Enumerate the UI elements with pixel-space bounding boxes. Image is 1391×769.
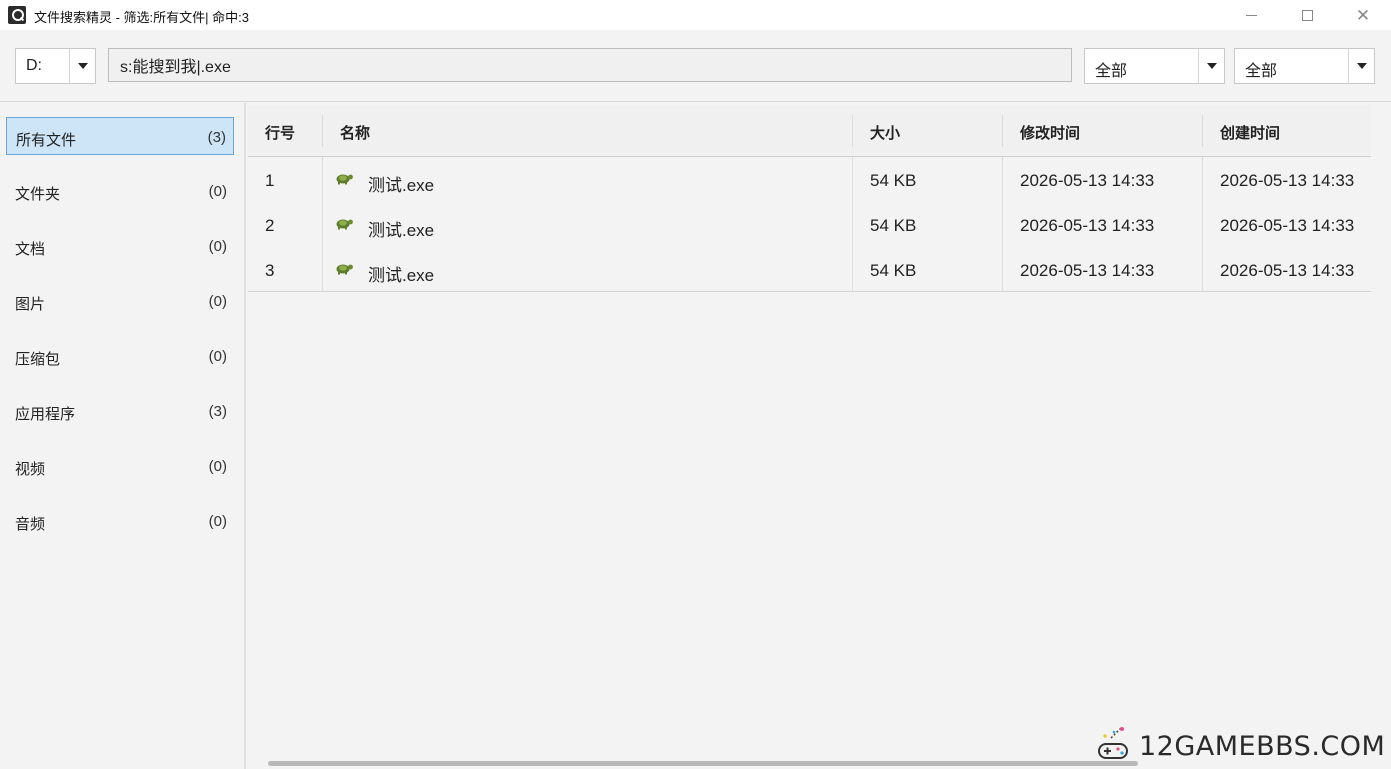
search-app-icon: [8, 6, 26, 24]
results-table: 行号 名称 大小 修改时间 创建时间 1 测试.exe 54 KB 2026-0…: [248, 105, 1371, 755]
row-size: 54 KB: [870, 216, 917, 235]
row-name: 测试.exe: [368, 176, 435, 195]
title-bar[interactable]: 文件搜索精灵 - 筛选:所有文件| 命中:3 ✕: [0, 0, 1391, 30]
sidebar-item-label: 所有文件: [16, 132, 77, 149]
sidebar-item-label: 音频: [15, 516, 46, 533]
row-created: 2026-05-13 14:33: [1220, 171, 1355, 190]
column-header-created[interactable]: 创建时间: [1203, 105, 1371, 157]
minimize-button[interactable]: [1228, 0, 1274, 30]
close-button[interactable]: ✕: [1340, 0, 1386, 30]
row-size: 54 KB: [870, 261, 917, 280]
column-header-label: 修改时间: [1020, 125, 1081, 142]
turtle-app-icon: [336, 219, 353, 230]
row-modified: 2026-05-13 14:33: [1020, 261, 1155, 280]
row-created: 2026-05-13 14:33: [1220, 261, 1355, 280]
row-index: 2: [265, 216, 275, 235]
sidebar-item-label: 压缩包: [15, 351, 61, 368]
sidebar-item-audio[interactable]: 音频 (0): [6, 502, 234, 540]
maximize-icon: [1301, 9, 1313, 21]
type-filter-select[interactable]: 全部: [1084, 48, 1225, 84]
toolbar-divider: [0, 101, 1391, 102]
column-header-name[interactable]: 名称: [323, 105, 852, 157]
search-input[interactable]: [109, 49, 1071, 81]
sidebar-item-folders[interactable]: 文件夹 (0): [6, 172, 234, 210]
category-sidebar: 所有文件 (3) 文件夹 (0) 文档 (0) 图片 (0) 压缩包 (0) 应…: [0, 103, 246, 769]
sidebar-item-count: (0): [208, 183, 227, 200]
time-filter-dropdown-button[interactable]: [1348, 49, 1374, 83]
close-icon: ✕: [1355, 5, 1371, 25]
turtle-app-icon: [336, 174, 353, 185]
sidebar-item-count: (0): [208, 513, 227, 530]
sidebar-item-count: (0): [208, 348, 227, 365]
sidebar-item-count: (0): [208, 458, 227, 475]
sidebar-item-images[interactable]: 图片 (0): [6, 282, 234, 320]
sidebar-item-count: (3): [207, 129, 226, 146]
sidebar-item-label: 应用程序: [15, 406, 76, 423]
time-filter-select[interactable]: 全部: [1234, 48, 1375, 84]
sidebar-item-count: (3): [208, 403, 227, 420]
row-name: 测试.exe: [368, 221, 435, 240]
table-header: 行号 名称 大小 修改时间 创建时间: [248, 105, 1371, 157]
row-name: 测试.exe: [368, 266, 435, 285]
watermark-text: 12GAMEBBS.COM: [1139, 731, 1386, 762]
window-title: 文件搜索精灵 - 筛选:所有文件| 命中:3: [34, 10, 249, 25]
sidebar-item-label: 图片: [15, 296, 46, 313]
column-header-label: 大小: [870, 125, 901, 142]
scrollbar-thumb[interactable]: [268, 761, 1138, 766]
sidebar-item-count: (0): [208, 238, 227, 255]
row-created: 2026-05-13 14:33: [1220, 216, 1355, 235]
row-index: 3: [265, 261, 275, 280]
column-header-modified[interactable]: 修改时间: [1003, 105, 1202, 157]
row-modified: 2026-05-13 14:33: [1020, 216, 1155, 235]
sidebar-item-documents[interactable]: 文档 (0): [6, 227, 234, 265]
turtle-app-icon: [336, 264, 353, 275]
table-row[interactable]: 2 测试.exe 54 KB 2026-05-13 14:33 2026-05-…: [248, 202, 1371, 247]
column-header-size[interactable]: 大小: [853, 105, 1002, 157]
watermark: 12GAMEBBS.COM: [1095, 720, 1385, 764]
sidebar-item-count: (0): [208, 293, 227, 310]
time-filter-value: 全部: [1245, 63, 1278, 80]
maximize-button[interactable]: [1284, 0, 1330, 30]
table-body: 1 测试.exe 54 KB 2026-05-13 14:33 2026-05-…: [248, 157, 1371, 292]
table-row[interactable]: 1 测试.exe 54 KB 2026-05-13 14:33 2026-05-…: [248, 157, 1371, 202]
sidebar-item-archives[interactable]: 压缩包 (0): [6, 337, 234, 375]
type-filter-dropdown-button[interactable]: [1198, 49, 1224, 83]
sidebar-item-label: 文件夹: [15, 186, 61, 203]
row-modified: 2026-05-13 14:33: [1020, 171, 1155, 190]
sidebar-item-label: 视频: [15, 461, 46, 478]
drive-dropdown-button[interactable]: [69, 49, 95, 83]
sidebar-item-applications[interactable]: 应用程序 (3): [6, 392, 234, 430]
toolbar: D: 全部 全部: [0, 30, 1391, 102]
chevron-down-icon: [1356, 63, 1367, 69]
column-header-index[interactable]: 行号: [248, 105, 322, 157]
column-header-label: 名称: [340, 125, 371, 142]
table-row[interactable]: 3 测试.exe 54 KB 2026-05-13 14:33 2026-05-…: [248, 247, 1371, 292]
type-filter-value: 全部: [1095, 63, 1128, 80]
drive-select-value: D:: [26, 57, 42, 74]
chevron-down-icon: [1206, 63, 1217, 69]
app-window: 文件搜索精灵 - 筛选:所有文件| 命中:3 ✕ D: 全部 全部 所有文件 (…: [0, 0, 1391, 769]
drive-select[interactable]: D:: [15, 48, 96, 84]
sidebar-item-all-files[interactable]: 所有文件 (3): [6, 117, 234, 155]
row-index: 1: [265, 171, 275, 190]
chevron-down-icon: [77, 63, 88, 69]
column-header-label: 创建时间: [1220, 125, 1281, 142]
row-size: 54 KB: [870, 171, 917, 190]
column-header-label: 行号: [265, 125, 296, 142]
search-input-box[interactable]: [108, 48, 1072, 82]
sidebar-item-videos[interactable]: 视频 (0): [6, 447, 234, 485]
sidebar-item-label: 文档: [15, 241, 46, 258]
minimize-icon: [1245, 14, 1257, 16]
gamepad-logo-icon: [1098, 727, 1128, 759]
